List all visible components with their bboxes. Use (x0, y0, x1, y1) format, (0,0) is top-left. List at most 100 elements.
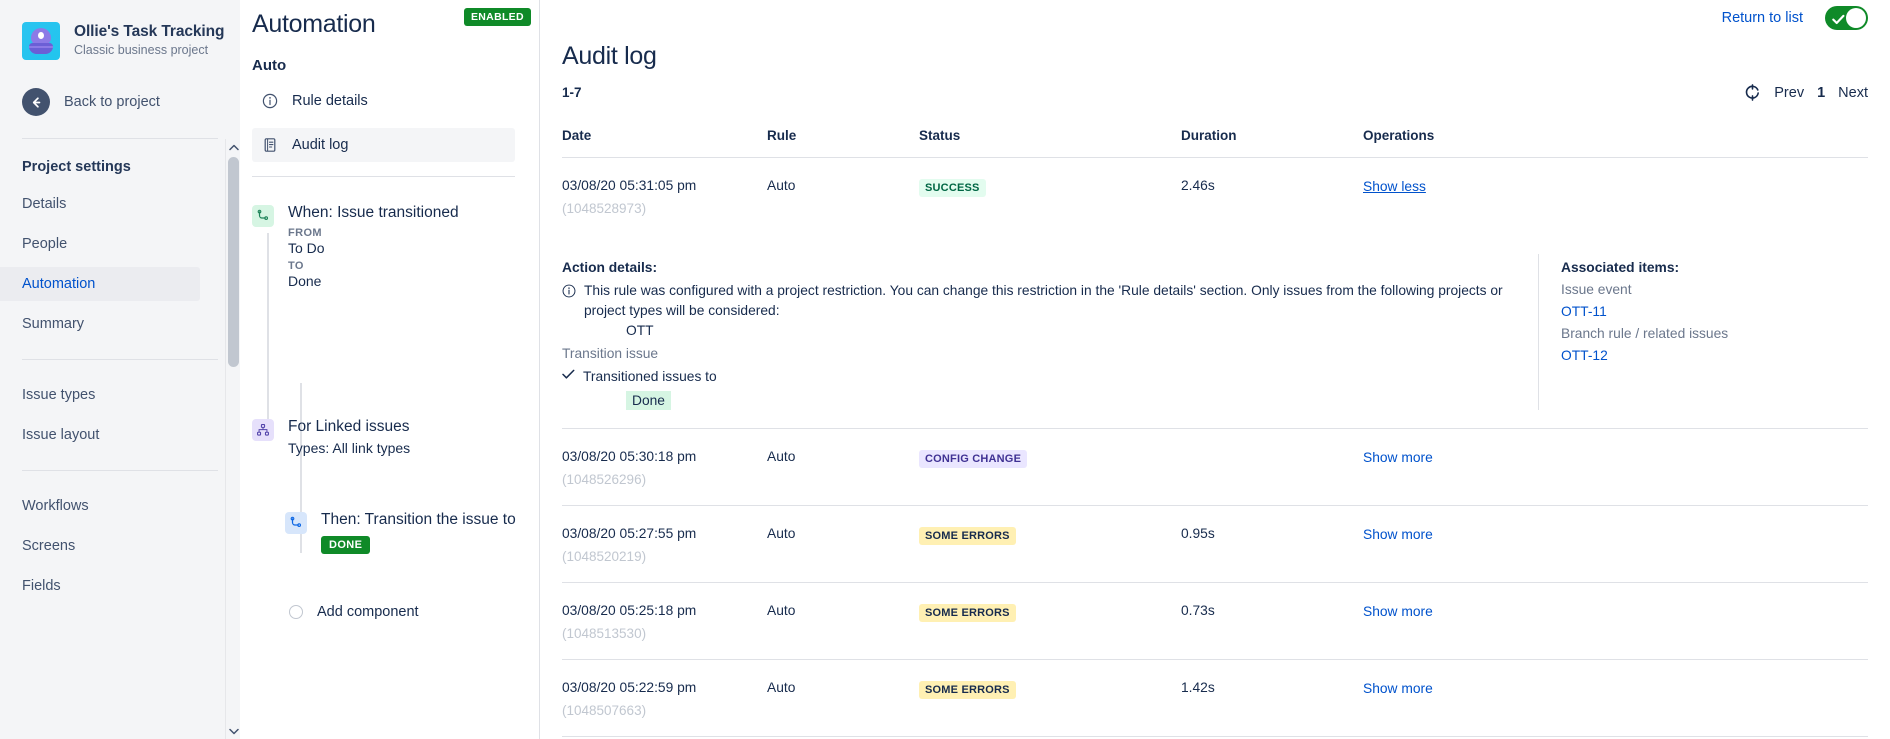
scroll-up-icon[interactable] (226, 139, 241, 155)
associated-kind: Branch rule / related issues (1561, 326, 1729, 341)
cell-operations: Show more (1363, 582, 1868, 660)
sidebar-divider-2 (22, 359, 218, 360)
sidebar-item-issue-layout[interactable]: Issue layout (0, 418, 200, 452)
row-id: (1048513530) (562, 626, 647, 641)
table-row[interactable]: 03/08/20 05:31:05 pm (1048528973) Auto S… (562, 158, 1868, 235)
scrollbar-thumb[interactable] (228, 157, 239, 367)
rule-tree: When: Issue transitioned FROM To Do TO D… (246, 203, 539, 620)
refresh-icon[interactable] (1744, 84, 1761, 101)
info-circle-icon (562, 284, 576, 321)
rule-nav-audit-log[interactable]: Audit log (252, 128, 515, 162)
row-id: (1048520219) (562, 549, 647, 564)
sidebar-item-details[interactable]: Details (0, 187, 200, 221)
rule-node-trigger[interactable]: When: Issue transitioned FROM To Do TO D… (252, 203, 539, 289)
pagination-current-page[interactable]: 1 (1817, 85, 1825, 101)
sidebar-item-fields[interactable]: Fields (0, 569, 200, 603)
row-id: (1048526296) (562, 472, 647, 487)
cell-rule: Auto (767, 582, 919, 660)
cell-rule: Auto (767, 659, 919, 737)
expanded-detail-row: Action details: This rule was configured… (562, 234, 1868, 429)
sidebar-divider-3 (22, 470, 218, 471)
row-duration: 0.95s (1181, 526, 1215, 541)
transition-icon (285, 512, 307, 534)
back-to-project-label: Back to project (64, 94, 160, 110)
rule-node-branch[interactable]: For Linked issues Types: All link types (252, 417, 539, 456)
rule-node-action[interactable]: Then: Transition the issue to DONE (285, 510, 539, 554)
rule-name: Auto (252, 57, 287, 74)
row-rule: Auto (767, 526, 796, 541)
row-duration: 0.73s (1181, 603, 1215, 618)
sidebar-item-automation[interactable]: Automation (0, 267, 200, 301)
sidebar-item-workflows[interactable]: Workflows (0, 489, 200, 523)
table-row[interactable]: 03/08/20 05:22:59 pm (1048507663) Auto S… (562, 659, 1868, 737)
show-more-link[interactable]: Show more (1363, 527, 1433, 542)
row-date: 03/08/20 05:22:59 pm (562, 680, 697, 695)
add-component-button[interactable]: Add component (285, 604, 539, 620)
cell-status: SOME ERRORS (919, 659, 1181, 737)
cell-status: SOME ERRORS (919, 582, 1181, 660)
project-name: Ollie's Task Tracking (74, 23, 225, 40)
action-details-panel: Action details: This rule was configured… (562, 254, 1538, 410)
sidebar-item-summary[interactable]: Summary (0, 307, 200, 341)
trigger-from-value: To Do (288, 240, 325, 256)
project-header: Ollie's Task Tracking Classic business p… (0, 0, 240, 60)
project-subtitle: Classic business project (74, 43, 209, 57)
rule-enabled-toggle[interactable] (1825, 6, 1868, 30)
cell-status: SOME ERRORS (919, 505, 1181, 583)
sidebar-scrollbar[interactable] (225, 139, 240, 739)
show-more-link[interactable]: Show more (1363, 450, 1433, 465)
cell-status: CONFIG CHANGE (919, 428, 1181, 506)
cell-rule: Auto (767, 505, 919, 583)
status-badge: SOME ERRORS (919, 604, 1016, 622)
info-circle-icon (262, 93, 278, 109)
sidebar-item-people[interactable]: People (0, 227, 200, 261)
row-id: (1048528973) (562, 201, 647, 216)
associated-issue-link[interactable]: OTT-11 (1561, 304, 1868, 319)
status-badge: SOME ERRORS (919, 527, 1016, 545)
rule-nav-rule-details[interactable]: Rule details (252, 84, 515, 118)
trigger-from-label: FROM (288, 227, 322, 239)
back-to-project-button[interactable]: Back to project (0, 60, 240, 116)
row-date: 03/08/20 05:31:05 pm (562, 178, 697, 193)
pagination-next[interactable]: Next (1838, 85, 1868, 101)
column-header-rule: Rule (767, 128, 919, 158)
row-id: (1048507663) (562, 703, 647, 718)
table-row[interactable]: 03/08/20 05:25:18 pm (1048513530) Auto S… (562, 582, 1868, 660)
status-badge-enabled: ENABLED (464, 8, 531, 26)
table-row[interactable]: 03/08/20 05:30:18 pm (1048526296) Auto C… (562, 428, 1868, 506)
trigger-to-value: Done (288, 273, 322, 289)
page-title: Audit log (562, 42, 657, 70)
return-to-list-link[interactable]: Return to list (1722, 10, 1803, 26)
scroll-down-icon[interactable] (226, 723, 241, 739)
add-component-label: Add component (317, 604, 419, 620)
show-more-link[interactable]: Show more (1363, 604, 1433, 619)
sidebar-item-label: Details (22, 196, 67, 212)
pagination-prev[interactable]: Prev (1774, 85, 1804, 101)
associated-issue-link[interactable]: OTT-12 (1561, 348, 1868, 363)
row-date: 03/08/20 05:27:55 pm (562, 526, 697, 541)
cell-date: 03/08/20 05:27:55 pm (1048520219) (562, 505, 767, 583)
sidebar-item-screens[interactable]: Screens (0, 529, 200, 563)
sidebar-item-label: Summary (22, 316, 85, 332)
row-duration: 2.46s (1181, 178, 1215, 193)
trigger-title: When: Issue transitioned (288, 204, 459, 221)
robot-avatar-icon (22, 22, 60, 60)
arrow-left-icon (22, 88, 50, 116)
check-icon (562, 367, 575, 385)
table-row[interactable]: 03/08/20 05:27:55 pm (1048520219) Auto S… (562, 505, 1868, 583)
rule-nav-label: Rule details (292, 93, 368, 109)
cell-operations: Show more (1363, 659, 1868, 737)
cell-date: 03/08/20 05:25:18 pm (1048513530) (562, 582, 767, 660)
associated-items-label: Associated items: (1561, 260, 1680, 275)
sidebar-section-title: Project settings (22, 159, 131, 175)
sidebar-item-issue-types[interactable]: Issue types (0, 378, 200, 412)
transition-issue-label: Transition issue (562, 346, 659, 361)
show-less-link[interactable]: Show less (1363, 179, 1426, 194)
column-header-date: Date (562, 128, 767, 158)
table-header-row: Date Rule Status Duration Operations (562, 128, 1868, 158)
cell-duration: 2.46s (1181, 158, 1363, 235)
trigger-to-label: TO (288, 260, 304, 272)
pagination: Prev 1 Next (1744, 84, 1868, 101)
cell-rule: Auto (767, 428, 919, 506)
show-more-link[interactable]: Show more (1363, 681, 1433, 696)
